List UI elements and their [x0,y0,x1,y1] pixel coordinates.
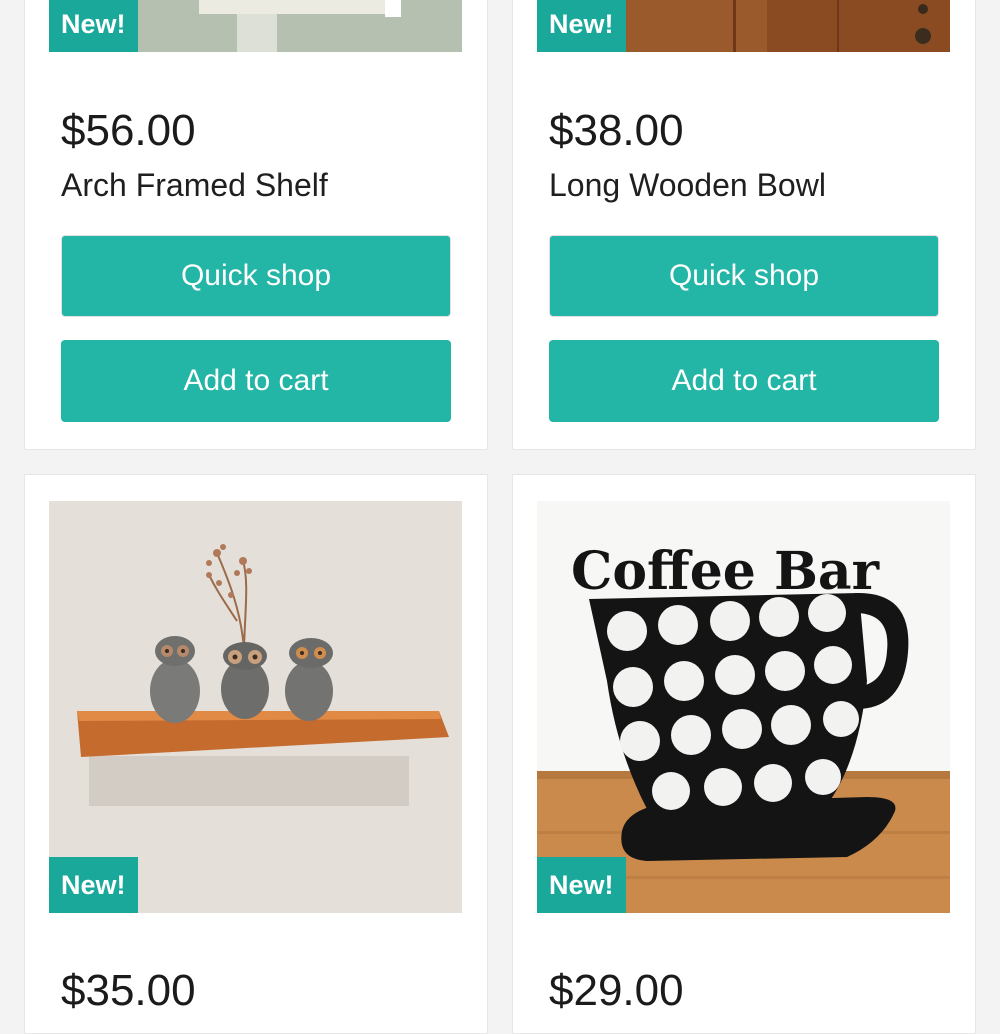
product-image[interactable]: New! [537,0,950,52]
coffee-bar-sign-text: Coffee Bar [571,541,880,602]
product-image[interactable]: New! [49,501,462,913]
add-to-cart-button[interactable]: Add to cart [61,340,451,422]
product-price: $29.00 [549,966,684,1015]
product-price: $35.00 [61,966,196,1015]
product-image[interactable]: Coffee Bar New! [537,501,950,913]
new-badge: New! [49,857,138,913]
product-image[interactable]: New! [49,0,462,52]
product-card-coffee-bar[interactable]: Coffee Bar New! $29.00 [512,474,976,1034]
product-price: $38.00 [549,106,684,155]
quick-shop-button[interactable]: Quick shop [61,235,451,317]
product-card-long-wooden-bowl[interactable]: New! $38.00 Long Wooden Bowl Quick shop … [512,0,976,450]
product-title[interactable]: Long Wooden Bowl [549,169,826,201]
new-badge: New! [49,0,138,52]
quick-shop-button[interactable]: Quick shop [549,235,939,317]
product-card-floating-shelf[interactable]: New! $35.00 [24,474,488,1034]
add-to-cart-button[interactable]: Add to cart [549,340,939,422]
product-title[interactable]: Arch Framed Shelf [61,169,328,201]
product-card-arch-framed-shelf[interactable]: New! $56.00 Arch Framed Shelf Quick shop… [24,0,488,450]
new-badge: New! [537,857,626,913]
product-price: $56.00 [61,106,196,155]
new-badge: New! [537,0,626,52]
